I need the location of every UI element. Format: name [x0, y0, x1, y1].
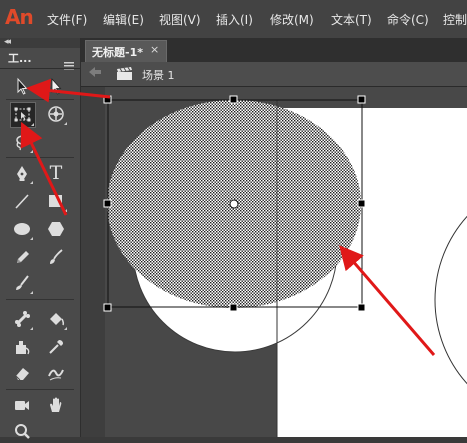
handle-bottom-left — [103, 303, 112, 312]
handle-top-right — [357, 95, 366, 104]
arrow-to-selection-tool — [26, 78, 111, 103]
stage-canvas[interactable] — [0, 0, 467, 437]
handle-middle-right — [357, 199, 366, 208]
handle-bottom-center — [229, 303, 238, 312]
handle-bottom-right — [357, 303, 366, 312]
handle-middle-left — [103, 199, 112, 208]
transform-center-point[interactable] — [229, 199, 239, 209]
handle-top-center — [229, 95, 238, 104]
arrow-to-free-transform-tool — [20, 121, 68, 216]
